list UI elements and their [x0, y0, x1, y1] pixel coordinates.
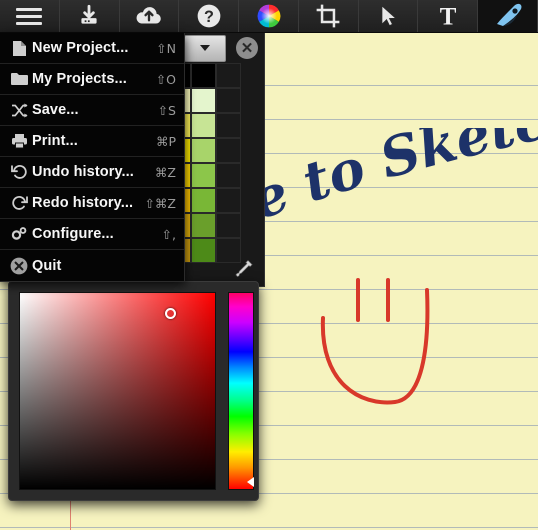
- folder-icon: [6, 69, 32, 89]
- color-swatch[interactable]: [191, 138, 216, 163]
- document-icon: [6, 38, 32, 58]
- menu-item-shortcut: ⌘P: [155, 133, 176, 149]
- menu-item-shortcut: ⌘Z: [154, 164, 176, 180]
- rule-line: [0, 527, 538, 528]
- crop-icon: [316, 4, 340, 28]
- printer-icon: [6, 131, 32, 151]
- download-button[interactable]: [60, 0, 120, 32]
- menu-item-label: My Projects...: [32, 71, 127, 87]
- menu-item-configure[interactable]: Configure... ⇧,: [0, 219, 184, 250]
- menu-item-quit[interactable]: Quit: [0, 250, 184, 281]
- menu-item-shortcut: ⇧,: [161, 226, 176, 242]
- color-swatch[interactable]: [216, 188, 241, 213]
- menu-icon: [16, 4, 43, 29]
- color-swatch[interactable]: [216, 63, 241, 88]
- color-swatch[interactable]: [191, 213, 216, 238]
- color-swatch[interactable]: [216, 213, 241, 238]
- brush-button[interactable]: [478, 0, 538, 32]
- color-swatch[interactable]: [216, 88, 241, 113]
- menu-item-label: Quit: [32, 257, 62, 274]
- color-swatch[interactable]: [191, 188, 216, 213]
- upload-button[interactable]: [120, 0, 180, 32]
- menu-item-new-project[interactable]: New Project... ⇧N: [0, 33, 184, 64]
- menu-item-shortcut: ⇧N: [156, 40, 176, 56]
- brush-icon: [496, 3, 522, 27]
- menu-item-label: Configure...: [32, 226, 114, 242]
- upload-cloud-icon: [136, 7, 161, 24]
- menu-item-save[interactable]: Save... ⇧S: [0, 95, 184, 126]
- color-swatch[interactable]: [191, 63, 216, 88]
- svg-text:T: T: [440, 4, 457, 29]
- menu-item-label: Redo history...: [32, 195, 134, 211]
- quit-icon: [6, 256, 32, 276]
- undo-icon: [6, 162, 32, 182]
- color-swatch[interactable]: [216, 138, 241, 163]
- color-picker-panel[interactable]: [8, 281, 259, 501]
- menu-item-shortcut: ⇧⌘Z: [144, 195, 176, 211]
- menu-item-label: Undo history...: [32, 164, 134, 180]
- main-menu-dropdown[interactable]: New Project... ⇧N My Projects... ⇧O Save... ⇧…: [0, 33, 185, 282]
- saturation-value-field[interactable]: [19, 292, 216, 490]
- menu-item-my-projects[interactable]: My Projects... ⇧O: [0, 64, 184, 95]
- palette-close-button[interactable]: ✕: [236, 37, 258, 59]
- color-swatch[interactable]: [191, 88, 216, 113]
- color-swatch[interactable]: [216, 163, 241, 188]
- pointer-icon: [381, 5, 397, 27]
- text-icon: T: [440, 4, 457, 29]
- color-cursor-handle[interactable]: [164, 307, 176, 319]
- gears-icon: [6, 224, 32, 244]
- top-toolbar[interactable]: ? T: [0, 0, 538, 33]
- menu-item-label: New Project...: [32, 40, 129, 56]
- smiley-mouth: [320, 288, 430, 405]
- menu-item-label: Save...: [32, 102, 79, 118]
- menu-item-shortcut: ⇧S: [157, 102, 176, 118]
- redo-icon: [6, 193, 32, 213]
- chevron-down-icon: [200, 45, 210, 51]
- color-swatch[interactable]: [191, 113, 216, 138]
- pointer-button[interactable]: [359, 0, 419, 32]
- hue-slider[interactable]: [228, 292, 254, 490]
- close-icon: ✕: [240, 39, 254, 57]
- menu-item-label: Print...: [32, 133, 78, 149]
- palette-dropdown-button[interactable]: [184, 34, 226, 62]
- color-swatch[interactable]: [191, 163, 216, 188]
- eyedropper-icon[interactable]: [230, 257, 256, 283]
- crop-button[interactable]: [299, 0, 359, 32]
- download-icon: [81, 4, 97, 24]
- hue-slider-handle[interactable]: [247, 477, 254, 487]
- menu-item-shortcut: ⇧O: [155, 71, 176, 87]
- color-swatch[interactable]: [191, 238, 216, 263]
- color-swatch[interactable]: [216, 113, 241, 138]
- menu-button[interactable]: [0, 0, 60, 32]
- shuffle-icon: [6, 100, 32, 120]
- help-icon: ?: [197, 4, 221, 28]
- menu-item-print[interactable]: Print... ⌘P: [0, 126, 184, 157]
- text-button[interactable]: T: [418, 0, 479, 32]
- color-wheel-button[interactable]: [239, 0, 299, 32]
- svg-text:?: ?: [204, 8, 214, 26]
- smiley-face-sketch: [320, 278, 430, 405]
- menu-item-redo-history[interactable]: Redo history... ⇧⌘Z: [0, 188, 184, 219]
- menu-item-undo-history[interactable]: Undo history... ⌘Z: [0, 157, 184, 188]
- help-button[interactable]: ?: [179, 0, 240, 32]
- color-wheel-icon: [257, 4, 280, 28]
